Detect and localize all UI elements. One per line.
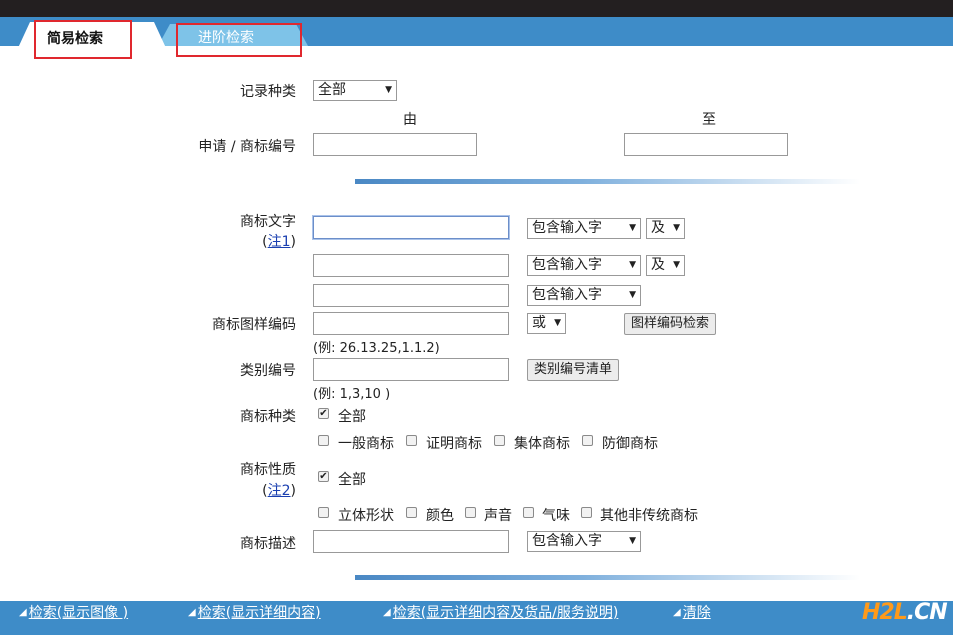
class-number-input[interactable] [313,358,509,381]
record-type-value: 全部 [318,82,346,98]
arrow-down-right-icon: ◢ [19,607,27,618]
mark-text-op-select-2[interactable]: 及 ▼ [646,255,685,276]
arrow-down-right-icon: ◢ [383,607,391,618]
note1-link[interactable]: 注1 [268,234,291,250]
mark-kind-all-label: 全部 [338,409,366,425]
mark-kind-defensive-label: 防御商标 [602,436,658,452]
mark-desc-match-select[interactable]: 包含输入字 ▼ [527,531,641,552]
mark-text-input-1[interactable] [313,216,509,239]
app-number-to-input[interactable] [624,133,788,156]
app-number-label: 申请 / 商标编号 [198,139,296,155]
design-code-hint: (例: 26.13.25,1.1.2) [313,341,440,356]
design-code-op-value: 或 [532,315,546,331]
triangle-down-icon: ▼ [629,223,636,233]
clear-label: 清除 [682,605,711,621]
mark-kind-defensive-checkbox[interactable] [582,435,593,446]
triangle-down-icon: ▼ [673,260,680,270]
class-list-button[interactable]: 类别编号清单 [527,359,620,381]
record-type-select[interactable]: 全部 ▼ [313,80,397,101]
class-number-hint: (例: 1,3,10 ) [313,387,391,402]
search-show-detail-link[interactable]: ◢ 检索(显示详细内容) [188,602,321,622]
mark-desc-label: 商标描述 [240,536,296,552]
mark-nature-color-label: 颜色 [426,508,454,524]
mark-nature-sound-label: 声音 [484,508,512,524]
mark-text-match-value-1: 包含输入字 [532,220,602,236]
class-number-label: 类别编号 [240,363,296,379]
triangle-down-icon: ▼ [385,85,392,95]
mark-nature-all-label: 全部 [338,472,366,488]
mark-text-input-3[interactable] [313,284,509,307]
clear-link[interactable]: ◢ 清除 [673,602,711,622]
highlight-box-simple-tab [34,20,132,59]
mark-nature-smell-label: 气味 [542,508,570,524]
triangle-down-icon: ▼ [554,318,561,328]
triangle-down-icon: ▼ [673,223,680,233]
mark-nature-label: 商标性质 [240,462,296,478]
mark-text-op-select-1[interactable]: 及 ▼ [646,218,685,239]
mark-text-note: (注1) [262,231,296,251]
note2-link[interactable]: 注2 [268,483,291,499]
mark-kind-collective-checkbox[interactable] [494,435,505,446]
mark-nature-other-checkbox[interactable] [581,507,592,518]
mark-desc-match-value: 包含输入字 [532,533,602,549]
mark-nature-other-label: 其他非传统商标 [600,508,698,524]
mark-text-input-2[interactable] [313,254,509,277]
section-divider [355,179,860,184]
checkmark-icon: ✔ [319,408,328,419]
mark-kind-collective-label: 集体商标 [514,436,570,452]
mark-kind-general-label: 一般商标 [338,436,394,452]
triangle-down-icon: ▼ [629,290,636,300]
mark-nature-note: (注2) [262,480,296,500]
arrow-down-right-icon: ◢ [673,607,681,618]
triangle-down-icon: ▼ [629,260,636,270]
design-code-input[interactable] [313,312,509,335]
mark-kind-general-checkbox[interactable] [318,435,329,446]
mark-kind-certification-label: 证明商标 [426,436,482,452]
design-code-label: 商标图样编码 [212,317,296,333]
mark-nature-all-checkbox[interactable]: ✔ [318,471,329,482]
search-show-image-link[interactable]: ◢ 检索(显示图像 ) [19,602,128,622]
highlight-box-advanced-tab [176,23,302,57]
top-bar [0,0,953,17]
record-type-label: 记录种类 [240,84,296,100]
mark-nature-3d-label: 立体形状 [338,508,394,524]
logo-part-2: .CN [906,600,948,625]
design-code-search-button[interactable]: 图样编码检索 [624,313,717,335]
search-show-image-label: 检索(显示图像 ) [28,605,129,621]
mark-kind-certification-checkbox[interactable] [406,435,417,446]
arrow-down-right-icon: ◢ [188,607,196,618]
mark-nature-color-checkbox[interactable] [406,507,417,518]
logo-part-1: H2L [862,600,908,625]
mark-kind-all-checkbox[interactable]: ✔ [318,408,329,419]
search-show-detail-goods-label: 检索(显示详细内容及货品/服务说明) [392,605,619,621]
h2l-logo: H2L.CN [862,600,948,625]
mark-text-match-value-2: 包含输入字 [532,257,602,273]
range-to-header: 至 [702,112,716,128]
mark-desc-input[interactable] [313,530,509,553]
checkmark-icon: ✔ [319,471,328,482]
note-paren-close: ) [290,483,296,499]
mark-text-label: 商标文字 [240,214,296,230]
range-from-header: 由 [403,112,417,128]
search-show-detail-label: 检索(显示详细内容) [197,605,321,621]
mark-nature-3d-checkbox[interactable] [318,507,329,518]
mark-kind-label: 商标种类 [240,409,296,425]
app-number-from-input[interactable] [313,133,477,156]
mark-nature-sound-checkbox[interactable] [465,507,476,518]
mark-text-op-value-1: 及 [651,220,665,236]
mark-text-op-value-2: 及 [651,257,665,273]
search-show-detail-goods-link[interactable]: ◢ 检索(显示详细内容及货品/服务说明) [383,602,618,622]
mark-nature-smell-checkbox[interactable] [523,507,534,518]
mark-text-match-value-3: 包含输入字 [532,287,602,303]
triangle-down-icon: ▼ [629,536,636,546]
mark-text-match-select-2[interactable]: 包含输入字 ▼ [527,255,641,276]
note-paren-close: ) [290,234,296,250]
mark-text-match-select-3[interactable]: 包含输入字 ▼ [527,285,641,306]
design-code-op-select[interactable]: 或 ▼ [527,313,566,334]
mark-text-match-select-1[interactable]: 包含输入字 ▼ [527,218,641,239]
section-divider-bottom [355,575,860,580]
